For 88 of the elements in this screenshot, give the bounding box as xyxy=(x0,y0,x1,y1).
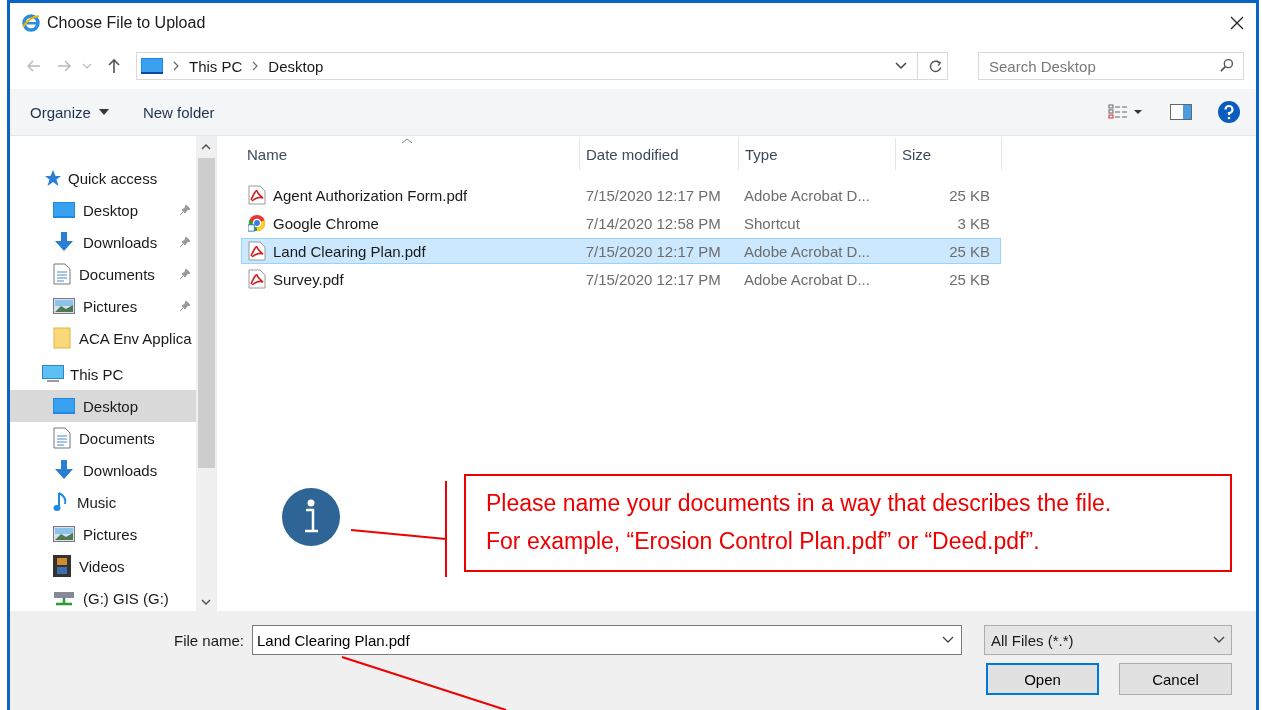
table-cell-text: Shortcut xyxy=(743,214,801,232)
up-arrow-icon[interactable] xyxy=(106,58,122,74)
preview-pane-icon[interactable] xyxy=(1170,104,1192,120)
monitor-icon xyxy=(53,202,75,218)
scrollbar[interactable] xyxy=(196,136,216,611)
network-drive-icon xyxy=(53,590,75,606)
file-name-label: File name: xyxy=(173,631,244,649)
chevron-down-icon xyxy=(1213,636,1225,644)
sidebar-item[interactable]: Pictures xyxy=(10,518,196,550)
window-title: Choose File to Upload xyxy=(47,14,206,32)
pdf-file-icon xyxy=(248,269,266,289)
table-cell-text: 7/15/2020 12:17 PM xyxy=(584,186,722,204)
sidebar-item[interactable]: ACA Env Applica xyxy=(10,322,196,354)
file-row[interactable]: Land Clearing Plan.pdf 7/15/2020 12:17 PM Adobe Acrobat D... 25 KB xyxy=(241,238,1001,264)
table-cell-text: 25 KB xyxy=(948,242,991,260)
document-icon xyxy=(53,427,71,449)
callout-note: Please name your documents in a way that describes the file. For example, “Erosion Control Plan.pdf” or “Deed.pdf”. xyxy=(464,474,1232,572)
monitor-icon xyxy=(141,58,163,74)
down-arrow-icon xyxy=(53,460,75,480)
view-options-icon[interactable] xyxy=(1106,104,1144,120)
open-button[interactable]: Open xyxy=(986,663,1099,695)
table-cell-text: 3 KB xyxy=(956,214,991,232)
table-cell-text: 7/15/2020 12:17 PM xyxy=(584,242,722,260)
sidebar-item[interactable]: Desktop xyxy=(10,390,196,422)
breadcrumb-chevron-icon xyxy=(252,61,259,71)
sidebar-item[interactable]: Music xyxy=(10,486,196,518)
refresh-icon[interactable] xyxy=(928,58,943,74)
file-row[interactable]: Survey.pdf 7/15/2020 12:17 PM Adobe Acrobat D... 25 KB xyxy=(241,266,1001,292)
browser-logo-icon xyxy=(21,13,41,33)
file-type-dropdown[interactable]: All Files (*.*) xyxy=(984,625,1232,655)
column-header[interactable]: Type xyxy=(739,138,896,170)
close-icon[interactable] xyxy=(1230,16,1244,30)
table-cell-text: 25 KB xyxy=(948,186,991,204)
file-name: Google Chrome xyxy=(273,214,379,232)
caret-icon xyxy=(98,109,109,115)
chevron-down-icon[interactable] xyxy=(942,636,954,644)
table-cell-text: 25 KB xyxy=(948,270,991,288)
new-folder-button[interactable]: New folder xyxy=(136,99,221,125)
table-cell-text: Adobe Acrobat D... xyxy=(743,186,871,204)
down-arrow-icon xyxy=(53,232,75,252)
file-row[interactable]: Google Chrome 7/14/2020 12:58 PM Shortcut 3 KB xyxy=(241,210,1001,236)
picture-icon xyxy=(53,526,75,542)
file-name: Agent Authorization Form.pdf xyxy=(273,186,468,204)
pdf-file-icon xyxy=(248,185,266,205)
file-name-field[interactable]: Land Clearing Plan.pdf xyxy=(252,625,962,655)
help-icon[interactable] xyxy=(1218,101,1240,123)
file-name: Survey.pdf xyxy=(273,270,344,288)
sidebar-item[interactable]: Documents xyxy=(10,258,196,290)
sidebar-item[interactable]: (G:) GIS (G:) xyxy=(10,582,196,611)
column-header[interactable]: Name xyxy=(241,138,580,170)
sidebar-group[interactable]: Quick access xyxy=(10,162,196,194)
table-cell-text: Adobe Acrobat D... xyxy=(743,242,871,260)
cancel-button[interactable]: Cancel xyxy=(1119,663,1232,695)
column-header[interactable]: Date modified xyxy=(580,138,739,170)
chrome-shortcut-icon xyxy=(248,214,266,232)
sort-caret-icon xyxy=(401,138,413,144)
sidebar-item[interactable]: Videos xyxy=(10,550,196,582)
film-icon xyxy=(53,555,71,577)
table-cell-text: 7/14/2020 12:58 PM xyxy=(584,214,722,232)
scroll-down-icon[interactable] xyxy=(201,599,211,605)
breadcrumb-item[interactable]: This PC xyxy=(189,57,243,75)
search-icon xyxy=(1219,58,1234,73)
table-cell-text: Adobe Acrobat D... xyxy=(743,270,871,288)
breadcrumb-item[interactable]: Desktop xyxy=(268,57,324,75)
music-note-icon xyxy=(53,491,69,513)
sidebar-item[interactable]: Pictures xyxy=(10,290,196,322)
breadcrumb-chevron-icon xyxy=(173,61,179,71)
address-bar[interactable]: This PC Desktop xyxy=(136,52,948,80)
sidebar-item[interactable]: Documents xyxy=(10,422,196,454)
chevron-down-icon[interactable] xyxy=(895,62,907,70)
file-name: Land Clearing Plan.pdf xyxy=(273,242,426,260)
sidebar-item[interactable]: Downloads xyxy=(10,226,196,258)
computer-icon xyxy=(42,365,64,383)
document-icon xyxy=(53,263,71,285)
monitor-icon xyxy=(53,398,75,414)
pdf-file-icon xyxy=(248,241,266,261)
sidebar-item[interactable]: Downloads xyxy=(10,454,196,486)
organize-button[interactable]: Organize xyxy=(24,99,115,125)
folder-icon xyxy=(53,327,71,349)
table-cell-text: 7/15/2020 12:17 PM xyxy=(584,270,722,288)
scroll-up-icon[interactable] xyxy=(201,144,211,150)
search-field[interactable]: Search Desktop xyxy=(978,52,1244,80)
column-header[interactable]: Size xyxy=(896,138,1002,170)
file-row[interactable]: Agent Authorization Form.pdf 7/15/2020 12:17 PM Adobe Acrobat D... 25 KB xyxy=(241,182,1001,208)
sidebar-item[interactable]: Desktop xyxy=(10,194,196,226)
info-icon xyxy=(282,488,340,546)
picture-icon xyxy=(53,298,75,314)
sidebar-group[interactable]: This PC xyxy=(10,358,196,390)
